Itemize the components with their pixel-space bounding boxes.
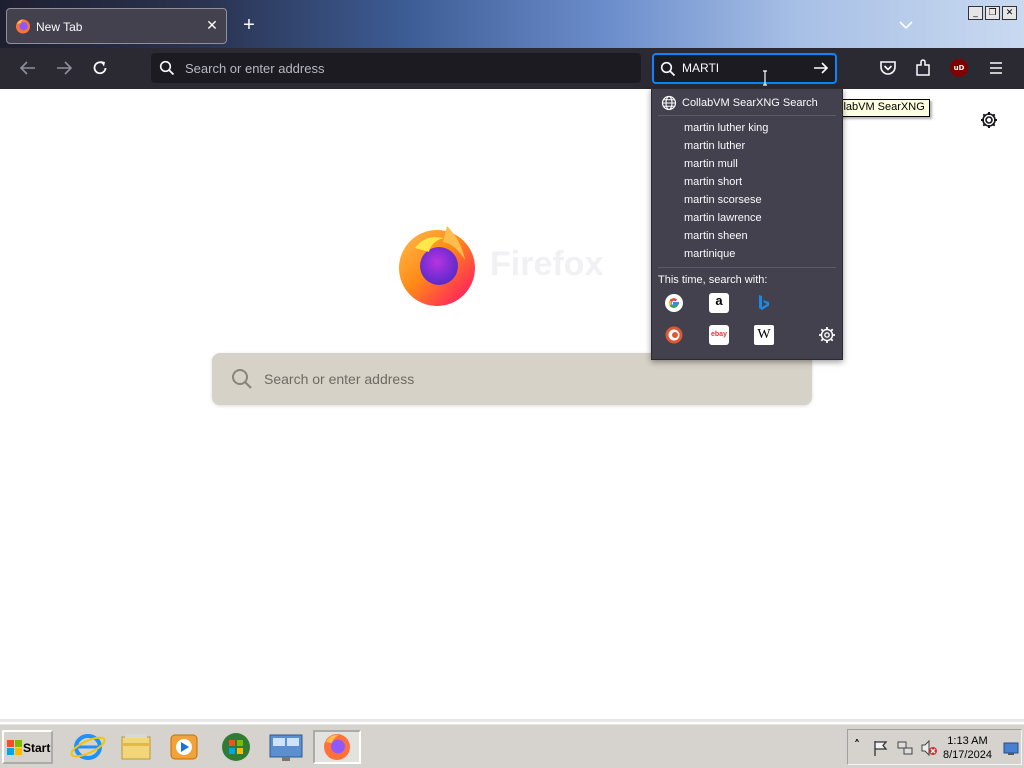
gear-icon[interactable] [979, 110, 999, 130]
suggestion-item[interactable]: martin luther king [684, 119, 834, 137]
new-tab-button[interactable]: + [238, 14, 260, 36]
reload-icon[interactable] [87, 56, 113, 80]
one-off-label: This time, search with: [658, 274, 768, 286]
globe-icon [661, 95, 677, 111]
clock-time: 1:13 AM [947, 735, 988, 747]
suggestion-item[interactable]: martinique [684, 245, 834, 263]
restore-button[interactable]: ❐ [985, 6, 1000, 20]
back-arrow-icon[interactable] [15, 56, 41, 80]
minimize-button[interactable]: _ [968, 6, 983, 20]
remote-desktop-icon[interactable] [264, 730, 308, 764]
extensions-icon[interactable] [913, 57, 935, 79]
address-input[interactable] [185, 58, 625, 78]
search-icon [232, 369, 252, 389]
tab-title: New Tab [36, 20, 83, 34]
duckduckgo-icon[interactable] [664, 325, 684, 345]
clock-date: 8/17/2024 [943, 749, 992, 761]
start-label: Start [23, 741, 51, 755]
search-bar[interactable]: MARTI [652, 53, 837, 84]
suggestion-item[interactable]: martin short [684, 173, 834, 191]
close-tab-icon[interactable]: ✕ [203, 15, 221, 37]
bing-icon[interactable] [754, 293, 774, 313]
show-desktop-icon[interactable] [1003, 742, 1019, 756]
windows-orb-icon[interactable] [214, 730, 258, 764]
list-all-tabs-icon[interactable] [896, 16, 916, 34]
firefox-wordmark: Firefox [490, 245, 604, 283]
divider [658, 115, 836, 116]
network-icon[interactable] [896, 739, 914, 757]
engine-tooltip: llabVM SearXNG [836, 99, 930, 117]
wikipedia-icon[interactable]: W [754, 325, 774, 345]
search-suggestions-popup: CollabVM SearXNG Search martin luther ki… [651, 88, 843, 360]
media-player-icon[interactable] [162, 730, 206, 764]
firefox-taskbar-icon [324, 734, 350, 760]
windows-taskbar: Start ˄ 1:13 AM 8/17/2024 [0, 722, 1024, 768]
go-arrow-icon[interactable] [812, 60, 830, 76]
google-icon[interactable] [664, 293, 684, 313]
suggestion-item[interactable]: martin mull [684, 155, 834, 173]
pocket-icon[interactable] [877, 57, 899, 79]
suggestion-item[interactable]: martin luther [684, 137, 834, 155]
search-engine-label: CollabVM SearXNG Search [682, 97, 818, 109]
volume-muted-icon[interactable] [920, 739, 938, 757]
text-cursor-icon [763, 70, 767, 86]
newtab-search-box[interactable] [212, 353, 812, 405]
file-explorer-icon[interactable] [114, 730, 158, 764]
forward-arrow-icon[interactable] [51, 56, 77, 80]
search-icon [159, 60, 175, 76]
suggestion-item[interactable]: martin lawrence [684, 209, 834, 227]
suggestion-item[interactable]: martin sheen [684, 227, 834, 245]
newtab-search-input[interactable] [264, 368, 784, 390]
action-center-flag-icon[interactable] [872, 739, 890, 757]
start-button[interactable]: Start [2, 730, 53, 764]
divider [658, 267, 836, 268]
system-tray: ˄ 1:13 AM 8/17/2024 [847, 729, 1022, 765]
ublock-origin-icon[interactable]: uD [950, 59, 968, 77]
search-settings-icon[interactable] [817, 325, 837, 345]
ebay-icon[interactable]: ebay [709, 325, 729, 345]
internet-explorer-icon[interactable] [66, 730, 110, 764]
tab-new-tab[interactable]: New Tab ✕ [6, 8, 227, 44]
firefox-logo-icon [399, 226, 475, 306]
firefox-favicon-icon [16, 19, 30, 34]
window-controls: _ ❐ ✕ [968, 6, 1020, 20]
windows-logo-icon [7, 740, 22, 755]
search-input[interactable]: MARTI [682, 61, 719, 75]
current-search-engine[interactable]: CollabVM SearXNG Search [652, 92, 842, 114]
taskbar-firefox-button[interactable] [313, 730, 361, 764]
search-icon [660, 61, 676, 77]
show-hidden-icons-button[interactable]: ˄ [854, 738, 860, 752]
menu-icon[interactable] [985, 57, 1007, 79]
close-window-button[interactable]: ✕ [1002, 6, 1017, 20]
address-bar[interactable] [151, 53, 641, 83]
clock[interactable]: 1:13 AM 8/17/2024 [943, 734, 992, 762]
suggestion-item[interactable]: martin scorsese [684, 191, 834, 209]
amazon-icon[interactable]: a [709, 293, 729, 313]
tab-strip: New Tab ✕ + _ ❐ ✕ [0, 0, 1024, 48]
